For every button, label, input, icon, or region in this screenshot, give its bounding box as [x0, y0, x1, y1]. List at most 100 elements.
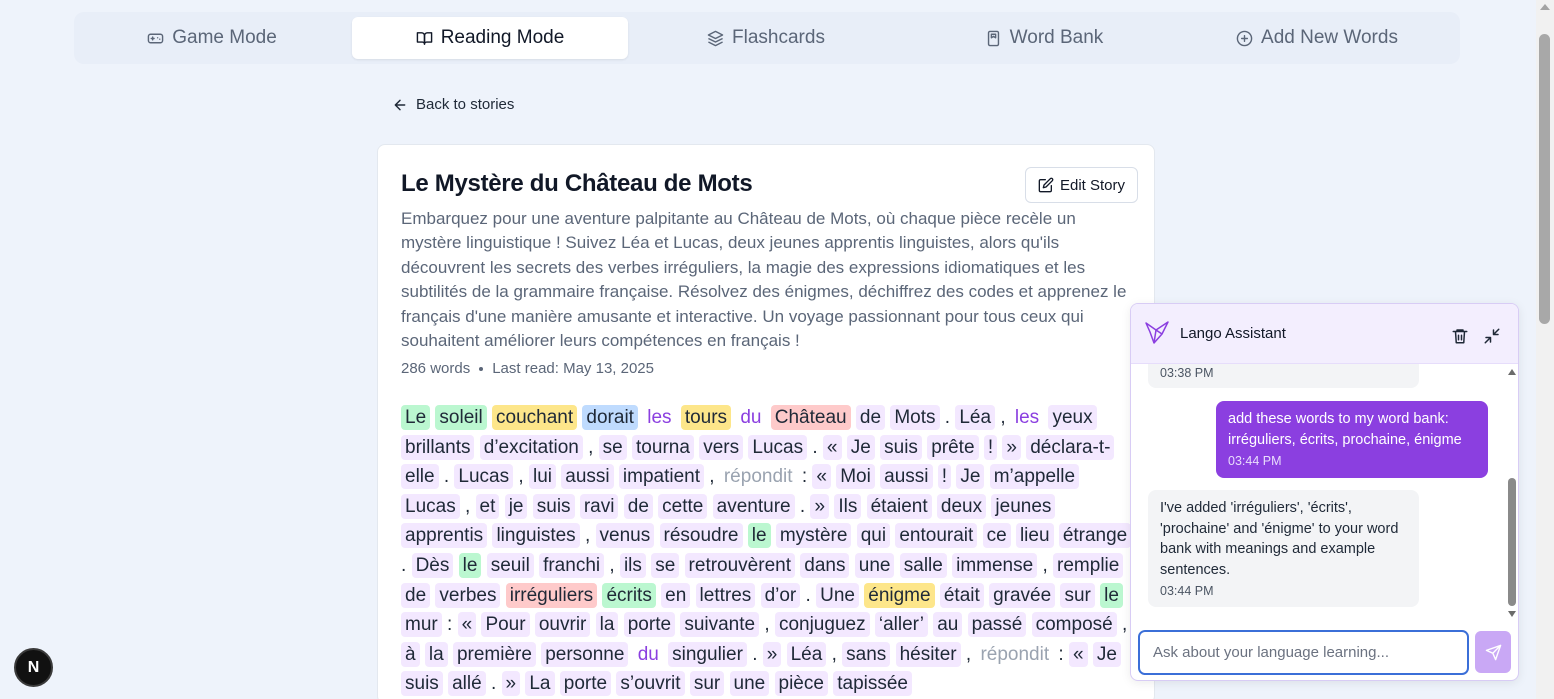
story-word[interactable]: seuil	[486, 552, 534, 578]
story-word[interactable]: ouvrir	[534, 612, 591, 638]
story-word[interactable]: m’appelle	[989, 464, 1080, 490]
story-word[interactable]: une	[729, 671, 770, 697]
story-word[interactable]: de	[623, 493, 653, 519]
story-word[interactable]: soleil	[435, 405, 487, 430]
story-word[interactable]: cette	[658, 493, 708, 519]
story-word[interactable]: tapissée	[833, 671, 912, 697]
story-word[interactable]: lettres	[695, 582, 756, 608]
story-word[interactable]: deux	[936, 493, 987, 519]
story-word[interactable]: linguistes	[492, 523, 580, 549]
story-word[interactable]: jeunes	[991, 493, 1056, 519]
story-word[interactable]: Ils	[834, 493, 862, 519]
story-word[interactable]: lui	[528, 464, 556, 490]
story-word[interactable]: sur	[689, 671, 725, 697]
story-word[interactable]: lieu	[1015, 523, 1054, 549]
story-word[interactable]: se	[598, 434, 627, 460]
story-word[interactable]: qui	[856, 523, 891, 549]
story-word[interactable]: irréguliers	[505, 582, 598, 608]
scrollbar-thumb[interactable]	[1539, 34, 1550, 324]
story-word[interactable]: déclara-t-	[1026, 434, 1115, 460]
story-word[interactable]: remplie	[1053, 552, 1124, 578]
story-word[interactable]: brillants	[401, 434, 475, 460]
story-word[interactable]: d’or	[760, 582, 801, 608]
story-word[interactable]: du	[736, 405, 765, 430]
story-word[interactable]: et	[475, 493, 500, 519]
story-word[interactable]: Le	[401, 405, 431, 430]
story-word[interactable]: sur	[1060, 582, 1095, 608]
story-word[interactable]: salle	[899, 552, 947, 578]
story-word[interactable]: de	[855, 405, 886, 430]
minimize-icon[interactable]	[1483, 327, 1501, 345]
story-word[interactable]: vers	[699, 434, 744, 460]
story-word[interactable]: porte	[559, 671, 612, 697]
story-word[interactable]: franchi	[539, 552, 605, 578]
story-word[interactable]: première	[452, 641, 536, 667]
story-word[interactable]: Mots	[890, 405, 940, 430]
scroll-up-arrow[interactable]	[1508, 369, 1516, 375]
story-word[interactable]: une	[854, 552, 895, 578]
story-word[interactable]: se	[651, 552, 680, 578]
story-word[interactable]: la	[595, 612, 619, 638]
story-word[interactable]: suis	[401, 671, 443, 697]
story-word[interactable]: «	[457, 612, 477, 638]
story-word[interactable]: La	[525, 671, 555, 697]
story-word[interactable]: »	[810, 493, 830, 519]
story-word[interactable]: composé	[1031, 612, 1117, 638]
story-word[interactable]: «	[822, 434, 842, 460]
story-word[interactable]: hésiter	[895, 641, 961, 667]
story-word[interactable]: de	[401, 582, 431, 608]
story-word[interactable]: ‘aller’	[874, 612, 928, 638]
story-word[interactable]: ils	[619, 552, 646, 578]
story-word[interactable]: le	[458, 552, 482, 578]
chat-input[interactable]	[1138, 630, 1469, 675]
story-word[interactable]: je	[504, 493, 528, 519]
story-word[interactable]: étrange	[1058, 523, 1132, 549]
story-word[interactable]: Château	[770, 405, 851, 430]
story-word[interactable]: couchant	[492, 405, 578, 430]
story-word[interactable]: mystère	[775, 523, 852, 549]
story-word[interactable]: sans	[842, 641, 891, 667]
story-word[interactable]: tourna	[632, 434, 694, 460]
story-word[interactable]: Je	[846, 434, 875, 460]
story-word[interactable]: Moi	[836, 464, 875, 490]
story-word[interactable]: singulier	[668, 641, 747, 667]
story-word[interactable]: Léa	[786, 641, 827, 667]
story-word[interactable]: suis	[880, 434, 922, 460]
story-word[interactable]: écrits	[602, 582, 656, 608]
edit-story-button[interactable]: Edit Story	[1025, 167, 1138, 203]
story-word[interactable]: yeux	[1048, 405, 1097, 430]
send-button[interactable]	[1475, 631, 1511, 673]
scroll-up-arrow[interactable]	[1540, 4, 1550, 10]
story-word[interactable]: impatient	[618, 464, 705, 490]
tab-word-bank[interactable]: Word Bank	[976, 17, 1112, 59]
story-word[interactable]: verbes	[435, 582, 501, 608]
story-word[interactable]: entourait	[895, 523, 978, 549]
story-word[interactable]: Une	[816, 582, 859, 608]
story-word[interactable]: immense	[952, 552, 1038, 578]
story-word[interactable]: les	[1011, 405, 1043, 430]
story-word[interactable]: »	[762, 641, 782, 667]
story-word[interactable]: étaient	[866, 493, 932, 519]
story-word[interactable]: »	[1002, 434, 1021, 460]
next-dev-badge[interactable]: N	[14, 648, 53, 687]
story-word[interactable]: Léa	[955, 405, 996, 430]
story-word[interactable]: tours	[680, 405, 732, 430]
story-word[interactable]: du	[634, 642, 663, 667]
page-scrollbar[interactable]	[1536, 0, 1554, 699]
story-word[interactable]: était	[939, 582, 984, 608]
story-word[interactable]: le	[1100, 582, 1123, 608]
story-word[interactable]: Je	[1092, 641, 1121, 667]
story-word[interactable]: aventure	[712, 493, 795, 519]
story-word[interactable]: !	[937, 464, 952, 490]
story-word[interactable]: Lucas	[401, 493, 460, 519]
story-word[interactable]: répondit	[976, 642, 1053, 667]
story-word[interactable]: la	[424, 641, 448, 667]
tab-add-new-words[interactable]: Add New Words	[1229, 17, 1405, 59]
story-word[interactable]: »	[501, 671, 521, 697]
story-word[interactable]: apprentis	[401, 523, 488, 549]
trash-icon[interactable]	[1451, 327, 1469, 345]
story-word[interactable]: Lucas	[748, 434, 808, 460]
story-word[interactable]: résoudre	[659, 523, 743, 549]
story-word[interactable]: le	[747, 523, 771, 549]
story-word[interactable]: «	[812, 464, 831, 490]
